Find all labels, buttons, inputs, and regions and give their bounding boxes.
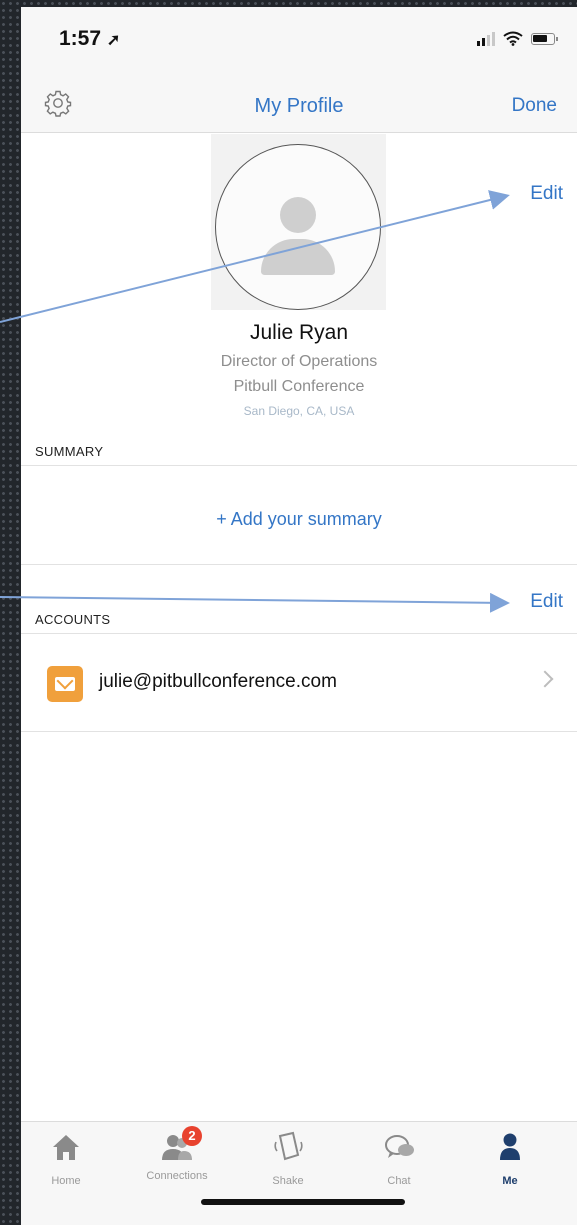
account-row[interactable]: julie@pitbullconference.com — [21, 641, 577, 733]
divider — [21, 633, 577, 634]
person-icon — [500, 1133, 520, 1160]
chevron-right-icon — [536, 670, 554, 688]
tab-me[interactable]: Me — [465, 1130, 555, 1187]
tab-bar: Home 2 Connections Shake Chat Me — [21, 1121, 577, 1225]
tab-label: Shake — [272, 1175, 304, 1187]
avatar-head — [280, 197, 316, 233]
avatar-placeholder-icon — [215, 144, 381, 310]
mail-icon — [47, 666, 83, 702]
notification-badge: 2 — [182, 1126, 202, 1146]
signal-icon — [477, 31, 495, 46]
done-button[interactable]: Done — [512, 95, 557, 117]
status-icons — [477, 31, 558, 46]
page-title: My Profile — [254, 95, 344, 117]
tab-home[interactable]: Home — [21, 1130, 111, 1187]
divider — [21, 465, 577, 466]
profile-company: Pitbull Conference — [233, 378, 365, 395]
location-arrow-icon: ➚ — [106, 32, 121, 49]
summary-header: SUMMARY — [35, 444, 104, 459]
tab-connections[interactable]: 2 Connections — [132, 1126, 222, 1182]
tab-label: Connections — [146, 1170, 208, 1182]
profile-name: Julie Ryan — [249, 321, 349, 344]
edit-profile-button[interactable]: Edit — [530, 183, 563, 205]
tab-shake[interactable]: Shake — [243, 1130, 333, 1187]
status-bar: 1:57 ➚ — [21, 7, 577, 73]
divider — [21, 564, 577, 565]
home-indicator — [201, 1199, 405, 1205]
battery-icon — [531, 32, 558, 45]
tab-chat[interactable]: Chat — [354, 1130, 444, 1187]
wifi-icon — [503, 31, 523, 46]
add-summary-button[interactable]: + Add your summary — [21, 509, 577, 530]
divider — [21, 731, 577, 732]
account-email: julie@pitbullconference.com — [99, 671, 337, 692]
tab-label: Chat — [387, 1175, 411, 1187]
avatar[interactable] — [211, 134, 386, 310]
shake-icon — [274, 1131, 303, 1161]
status-time: 1:57 ➚ — [59, 27, 120, 51]
chat-icon — [385, 1135, 414, 1158]
time-text: 1:57 — [59, 27, 102, 50]
profile-location: San Diego, CA, USA — [243, 404, 355, 418]
accounts-header: ACCOUNTS — [35, 612, 111, 627]
phone-screen: 1:57 ➚ My Profile Done Edit Julie Ryan D… — [21, 7, 577, 1225]
edit-accounts-button[interactable]: Edit — [530, 591, 563, 613]
home-icon — [53, 1135, 79, 1160]
profile-job-title: Director of Operations — [220, 353, 378, 370]
tab-label: Me — [502, 1175, 518, 1187]
tab-label: Home — [51, 1175, 81, 1187]
nav-bar: My Profile Done — [21, 73, 577, 133]
connections-icon: 2 — [160, 1126, 202, 1164]
avatar-body — [261, 239, 335, 275]
